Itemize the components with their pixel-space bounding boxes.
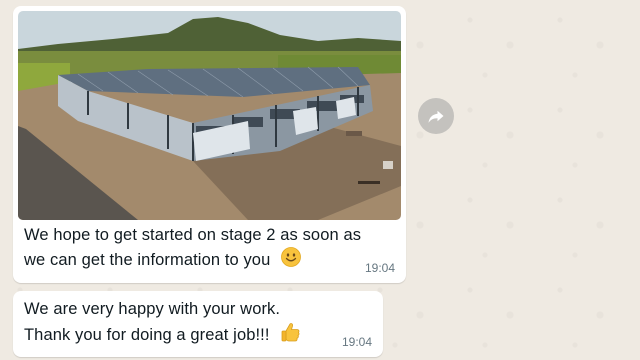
message-text: We are very happy with your work. Thank … xyxy=(24,297,374,350)
message-line-text: Thank you for doing a great job!!! xyxy=(24,325,270,344)
smiling-face-emoji-icon xyxy=(281,247,301,274)
message-line: We hope to get started on stage 2 as soo… xyxy=(24,226,362,244)
share-forward-icon xyxy=(428,110,444,123)
message-text: We hope to get started on stage 2 as soo… xyxy=(24,223,394,274)
message-bubble[interactable]: We are very happy with your work. Thank … xyxy=(13,291,383,357)
message-bubble[interactable]: We hope to get started on stage 2 as soo… xyxy=(13,6,406,283)
message-line: We are very happy with your work. xyxy=(24,300,281,318)
message-line-text: we can get the information to you xyxy=(24,250,271,269)
message-timestamp: 19:04 xyxy=(364,261,395,275)
message-timestamp: 19:04 xyxy=(341,335,372,349)
thumbs-up-emoji-icon xyxy=(280,321,302,350)
message-line: we can get the information to you xyxy=(24,247,394,274)
forward-button[interactable] xyxy=(418,98,454,134)
image-attachment[interactable] xyxy=(18,11,401,220)
construction-photo xyxy=(18,11,401,220)
message-line: Thank you for doing a great job!!! xyxy=(24,321,374,350)
